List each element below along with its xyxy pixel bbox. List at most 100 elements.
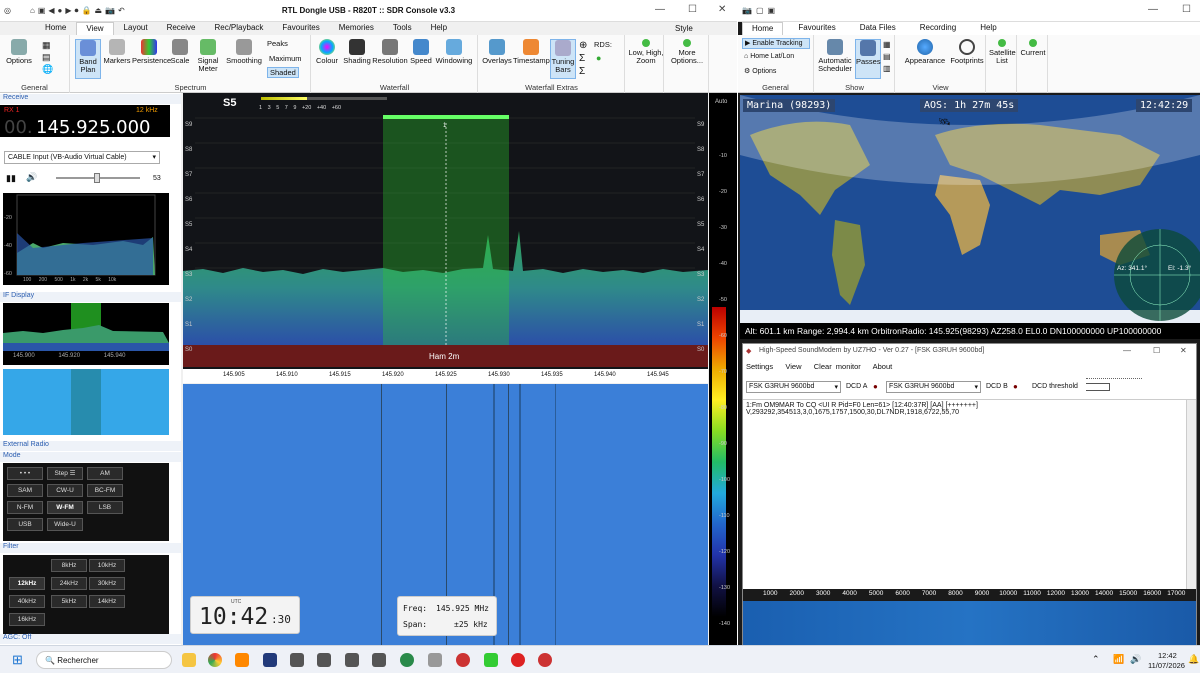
- filter-40khz[interactable]: 40kHz: [9, 595, 45, 608]
- volume-thumb[interactable]: [94, 173, 100, 183]
- app-icon-7[interactable]: [428, 653, 442, 667]
- satellite-list-button[interactable]: Satellite List: [989, 39, 1016, 65]
- spectrum-display[interactable]: S5 1 3 5 7 9 +20 +40 +60 1 S9 S8 S7 S6 S5 S4 S…: [183, 93, 708, 383]
- audio-input-select[interactable]: CABLE Input (VB-Audio Virtual Cable) ▾: [4, 151, 160, 164]
- modem-a-select[interactable]: FSK G3RUH 9600bd ▾: [746, 381, 841, 393]
- app-icon-1[interactable]: [263, 653, 277, 667]
- current-button[interactable]: Current: [1020, 39, 1046, 57]
- mode-n-fm[interactable]: N-FM: [7, 501, 43, 514]
- tab-tools[interactable]: Tools: [384, 22, 421, 35]
- app-icon-4[interactable]: [345, 653, 359, 667]
- home-latlon-button[interactable]: ⌂ Home Lat/Lon: [744, 53, 794, 60]
- signal-meter-button[interactable]: Signal Meter: [193, 39, 223, 73]
- maximize-icon[interactable]: ☐: [688, 4, 697, 15]
- extras-small-icons[interactable]: ⊕ Σ Σ: [579, 39, 587, 78]
- filter-14khz[interactable]: 14kHz: [89, 595, 125, 608]
- mode-step[interactable]: Step ☰: [47, 467, 83, 480]
- tracker-minimize-icon[interactable]: —: [1148, 4, 1158, 15]
- mode-usb[interactable]: USB: [7, 518, 43, 531]
- menu-clear-monitor[interactable]: Clear monitor: [814, 362, 861, 371]
- tuning-marker[interactable]: 1: [443, 123, 446, 129]
- tab-layout[interactable]: Layout: [115, 22, 157, 35]
- footprints-button[interactable]: Footprints: [950, 39, 984, 65]
- more-options-button[interactable]: More Options...: [667, 39, 707, 65]
- app-icon-2[interactable]: [290, 653, 304, 667]
- auto-scheduler-button[interactable]: Automatic Scheduler: [817, 39, 853, 73]
- persistence-button[interactable]: Persistence: [132, 39, 171, 65]
- tab-help[interactable]: Help: [422, 22, 456, 35]
- app-icon-8[interactable]: [456, 653, 470, 667]
- tracker-tab-recording[interactable]: Recording: [906, 22, 965, 35]
- mode-lsb[interactable]: LSB: [87, 501, 123, 514]
- filter-16khz[interactable]: 16kHz: [9, 613, 45, 626]
- app-icon-6[interactable]: [400, 653, 414, 667]
- tracker-tab-help[interactable]: Help: [966, 22, 1005, 35]
- style-menu[interactable]: Style: [675, 24, 693, 33]
- app-icon-5[interactable]: [372, 653, 386, 667]
- vlc-icon[interactable]: [235, 653, 249, 667]
- minimize-icon[interactable]: —: [655, 4, 665, 15]
- tracker-tab-favourites[interactable]: Favourites: [784, 22, 844, 35]
- timestamp-button[interactable]: Timestamp: [513, 39, 550, 65]
- app-icon-10[interactable]: [511, 653, 525, 667]
- modem-close-icon[interactable]: ✕: [1180, 346, 1187, 355]
- filter-12khz[interactable]: 12kHz: [9, 577, 45, 590]
- tracker-quick-icons[interactable]: 📷▢▣: [742, 6, 779, 15]
- explorer-icon[interactable]: [182, 653, 196, 667]
- tracker-tab-home[interactable]: Home: [742, 22, 784, 35]
- band-plan-button[interactable]: Band Plan: [75, 39, 101, 79]
- taskbar-search[interactable]: 🔍 Rechercher: [36, 651, 172, 669]
- mode-sam[interactable]: SAM: [7, 484, 43, 497]
- menu-about[interactable]: About: [873, 362, 893, 371]
- tuning-bars-button[interactable]: Tuning Bars: [550, 39, 576, 79]
- frequency-display[interactable]: RX 1 12 kHz 00. 145.925.000: [0, 105, 170, 138]
- colour-button[interactable]: Colour: [314, 39, 340, 65]
- start-icon[interactable]: ⊞: [12, 652, 23, 668]
- filter-5khz[interactable]: 5kHz: [51, 595, 87, 608]
- world-map[interactable]: Marina (98293) AOS: 1h 27m 45s 12:42:29 …: [740, 95, 1200, 323]
- filter-8khz[interactable]: 8kHz: [51, 559, 87, 572]
- modem-maximize-icon[interactable]: ☐: [1153, 346, 1160, 355]
- low-high-zoom-button[interactable]: Low, High, Zoom: [628, 39, 664, 65]
- appearance-button[interactable]: Appearance: [900, 39, 950, 65]
- app-icon-3[interactable]: [317, 653, 331, 667]
- mode-wide-u[interactable]: Wide-U: [47, 518, 83, 531]
- mode-w-fm[interactable]: W-FM: [47, 501, 83, 514]
- tracker-options-button[interactable]: ⚙ Options: [744, 67, 776, 75]
- waterfall-display[interactable]: UTC 10:42 :30 Freq: 145.925 MHz Span: ±2…: [183, 384, 708, 645]
- mode-bc-fm[interactable]: BC-FM: [87, 484, 123, 497]
- tab-receive[interactable]: Receive: [158, 22, 205, 35]
- overlays-button[interactable]: Overlays: [482, 39, 512, 65]
- resolution-button[interactable]: Resolution: [372, 39, 408, 65]
- maximum-button[interactable]: Maximum: [269, 54, 302, 63]
- tray-chevron-icon[interactable]: ⌃: [1092, 654, 1100, 665]
- mode-am[interactable]: AM: [87, 467, 123, 480]
- windowing-button[interactable]: Windowing: [434, 39, 474, 65]
- peaks-button[interactable]: Peaks: [267, 39, 288, 48]
- tab-home[interactable]: Home: [36, 22, 75, 35]
- general-small-icons[interactable]: ▦ ▤ 🌐: [42, 39, 53, 75]
- smoothing-button[interactable]: Smoothing: [225, 39, 263, 65]
- modem-b-select[interactable]: FSK G3RUH 9600bd ▾: [886, 381, 981, 393]
- tracker-maximize-icon[interactable]: ☐: [1182, 4, 1191, 15]
- speed-button[interactable]: Speed: [410, 39, 432, 65]
- volume-slider[interactable]: [56, 173, 140, 183]
- modem-minimize-icon[interactable]: —: [1123, 346, 1131, 355]
- tab-favourites[interactable]: Favourites: [273, 22, 328, 35]
- speaker-icon[interactable]: 🔊: [26, 172, 37, 183]
- tab-view[interactable]: View: [76, 22, 114, 35]
- options-button[interactable]: Options: [4, 39, 34, 65]
- scale-button[interactable]: Scale: [169, 39, 191, 65]
- passes-button[interactable]: Passes: [855, 39, 881, 79]
- menu-view[interactable]: View: [785, 362, 801, 371]
- mode-more[interactable]: • • •: [7, 467, 43, 480]
- notification-icon[interactable]: 🔔: [1188, 654, 1199, 665]
- filter-24khz[interactable]: 24kHz: [51, 577, 87, 590]
- mode-cw-u[interactable]: CW-U: [47, 484, 83, 497]
- monitor-scrollbar[interactable]: [1186, 400, 1196, 590]
- enable-tracking-button[interactable]: ▶ Enable Tracking: [742, 38, 810, 49]
- filter-10khz[interactable]: 10kHz: [89, 559, 125, 572]
- app-icon-11[interactable]: [538, 653, 552, 667]
- menu-settings[interactable]: Settings: [746, 362, 773, 371]
- dcd-threshold-slider[interactable]: [1086, 378, 1142, 394]
